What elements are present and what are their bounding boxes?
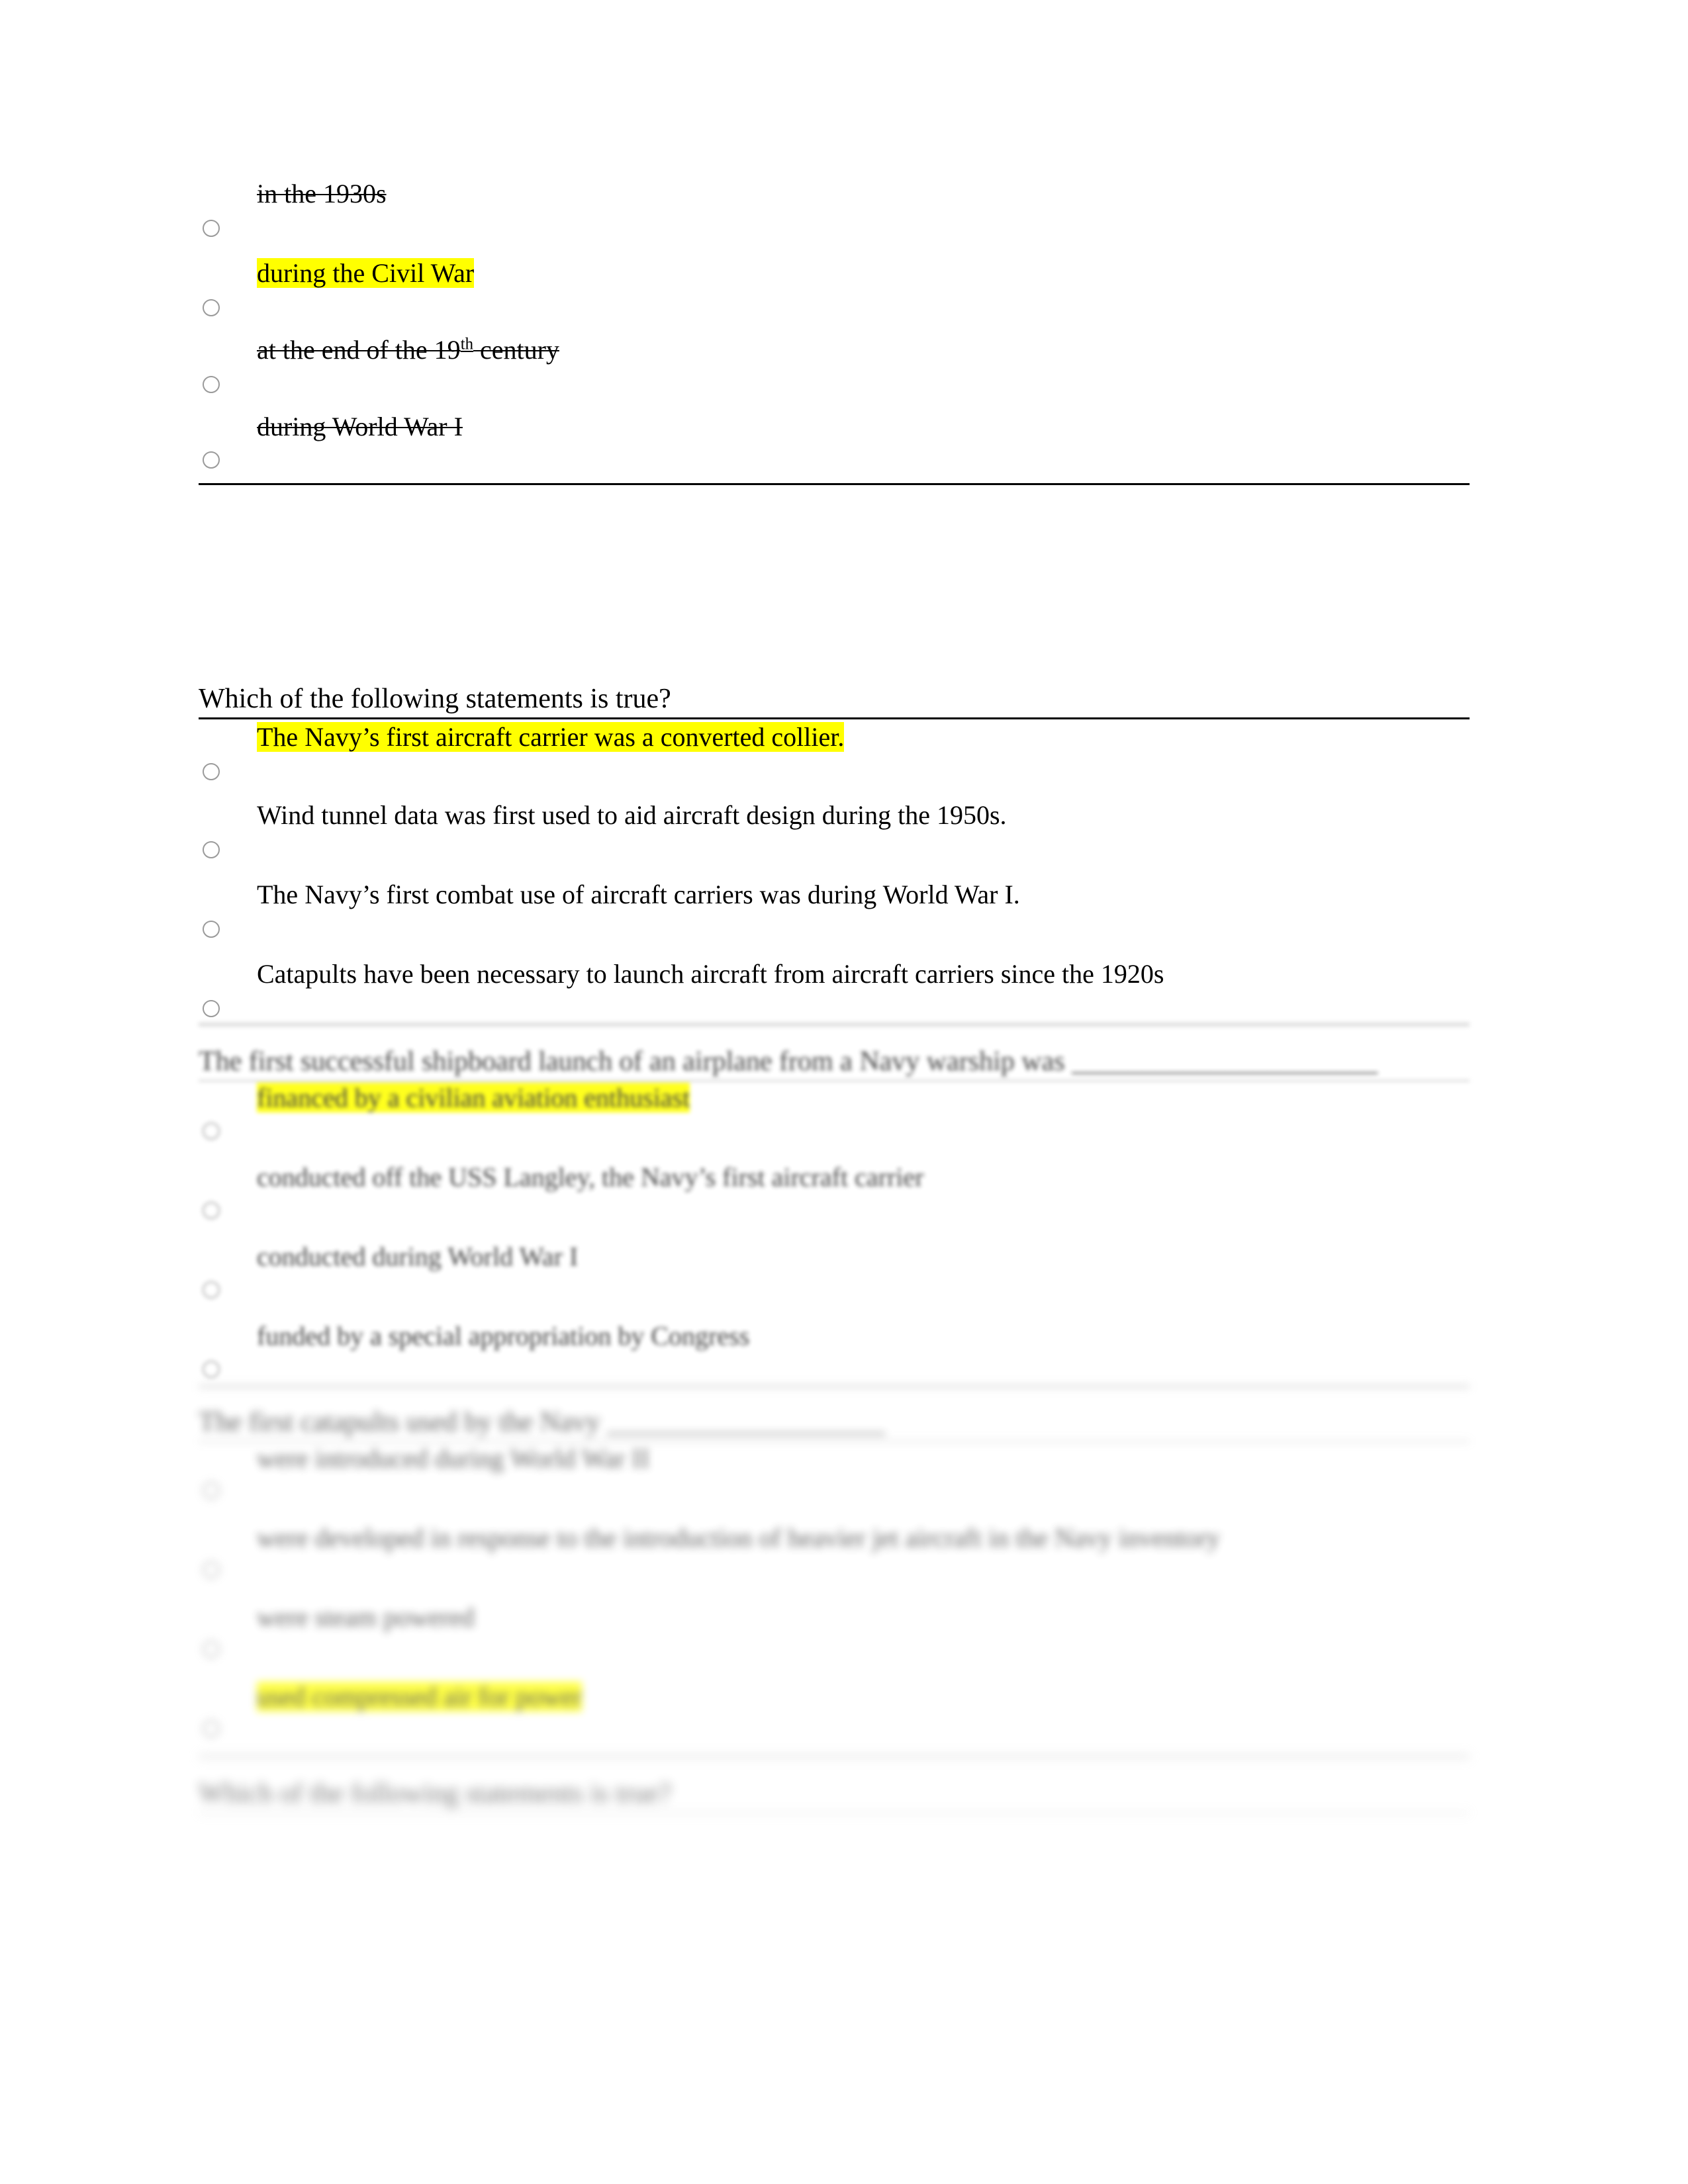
radio-button-icon[interactable] [203,1000,220,1018]
option-label: Wind tunnel data was first used to aid a… [257,800,1007,831]
radio-button-icon[interactable] [203,921,220,938]
document-content: in the 1930s during the Civil War at the… [199,0,1470,1814]
option-row[interactable]: were steam powered [199,1602,1470,1682]
question-separator [199,1385,1470,1389]
question-stem: Which of the following statements is tru… [199,684,1470,720]
option-row[interactable]: at the end of the 19th century [199,335,1470,412]
question-stem: Which of the following statements is tru… [199,1778,1470,1814]
option-row[interactable]: The Navy’s first combat use of aircraft … [199,880,1470,959]
option-row[interactable]: in the 1930s [199,179,1470,258]
radio-button-icon[interactable] [203,1202,220,1220]
option-row[interactable]: conducted during World War I [199,1242,1470,1321]
document-page: in the 1930s during the Civil War at the… [0,0,1688,2184]
question-block-statements-true-2: Which of the following statements is tru… [199,1754,1470,1814]
option-list: in the 1930s during the Civil War at the… [199,179,1470,469]
option-label: during the Civil War [257,258,475,288]
option-row[interactable]: during the Civil War [199,258,1470,335]
option-label: Catapults have been necessary to launch … [257,959,1164,989]
question-block-first-catapults: The first catapults used by the Navy ___… [199,1385,1470,1754]
radio-button-icon[interactable] [203,1482,220,1500]
option-label: in the 1930s [257,179,387,208]
option-row[interactable]: conducted off the USS Langley, the Navy’… [199,1162,1470,1242]
option-list: financed by a civilian aviation enthusia… [199,1083,1470,1385]
option-label: were introduced during World War II [257,1443,650,1474]
ordinal-suffix: th [460,335,473,353]
option-row[interactable]: during World War I [199,412,1470,469]
option-label: funded by a special appropriation by Con… [257,1321,750,1351]
radio-button-icon[interactable] [203,1561,220,1579]
radio-button-icon[interactable] [203,763,220,781]
question-separator [199,483,1470,485]
option-list: The Navy’s first aircraft carrier was a … [199,722,1470,1023]
radio-button-icon[interactable] [203,220,220,237]
option-label: used compressed air for power [257,1682,582,1712]
radio-button-icon[interactable] [203,376,220,393]
option-row[interactable]: financed by a civilian aviation enthusia… [199,1083,1470,1162]
option-label: The Navy’s first combat use of aircraft … [257,880,1020,910]
question-stem: The first successful shipboard launch of… [199,1046,1470,1082]
radio-button-icon[interactable] [203,841,220,859]
question-separator [199,1023,1470,1027]
radio-button-icon[interactable] [203,1641,220,1659]
radio-button-icon[interactable] [203,1361,220,1379]
option-list: were introduced during World War II were… [199,1443,1470,1754]
radio-button-icon[interactable] [203,1122,220,1140]
question-block-statements-true: Which of the following statements is tru… [199,684,1470,1023]
option-row[interactable]: Wind tunnel data was first used to aid a… [199,800,1470,880]
question-block-shipboard-launch: The first successful shipboard launch of… [199,1023,1470,1385]
option-row[interactable]: Catapults have been necessary to launch … [199,959,1470,1023]
option-label: during World War I [257,412,463,441]
radio-button-icon[interactable] [203,451,220,469]
radio-button-icon[interactable] [203,299,220,316]
question-stem: The first catapults used by the Navy ___… [199,1407,1470,1443]
radio-button-icon[interactable] [203,1720,220,1738]
option-label-post: century [473,335,559,365]
option-row[interactable]: were developed in response to the introd… [199,1523,1470,1602]
option-label: financed by a civilian aviation enthusia… [257,1083,690,1113]
option-row[interactable]: were introduced during World War II [199,1443,1470,1523]
radio-button-icon[interactable] [203,1281,220,1299]
option-row[interactable]: funded by a special appropriation by Con… [199,1321,1470,1385]
option-label: The Navy’s first aircraft carrier was a … [257,722,845,752]
option-label-pre: at the end of the 19 [257,335,461,365]
question-block-partial-top: in the 1930s during the Civil War at the… [199,0,1470,485]
option-label: conducted off the USS Langley, the Navy’… [257,1162,924,1193]
option-label: were steam powered [257,1602,475,1633]
question-separator [199,1754,1470,1759]
option-label: conducted during World War I [257,1242,579,1272]
option-label: at the end of the 19th century [257,335,559,365]
option-row[interactable]: used compressed air for power [199,1682,1470,1754]
option-label: were developed in response to the introd… [257,1523,1221,1553]
vertical-spacer [199,485,1470,684]
option-row[interactable]: The Navy’s first aircraft carrier was a … [199,722,1470,800]
